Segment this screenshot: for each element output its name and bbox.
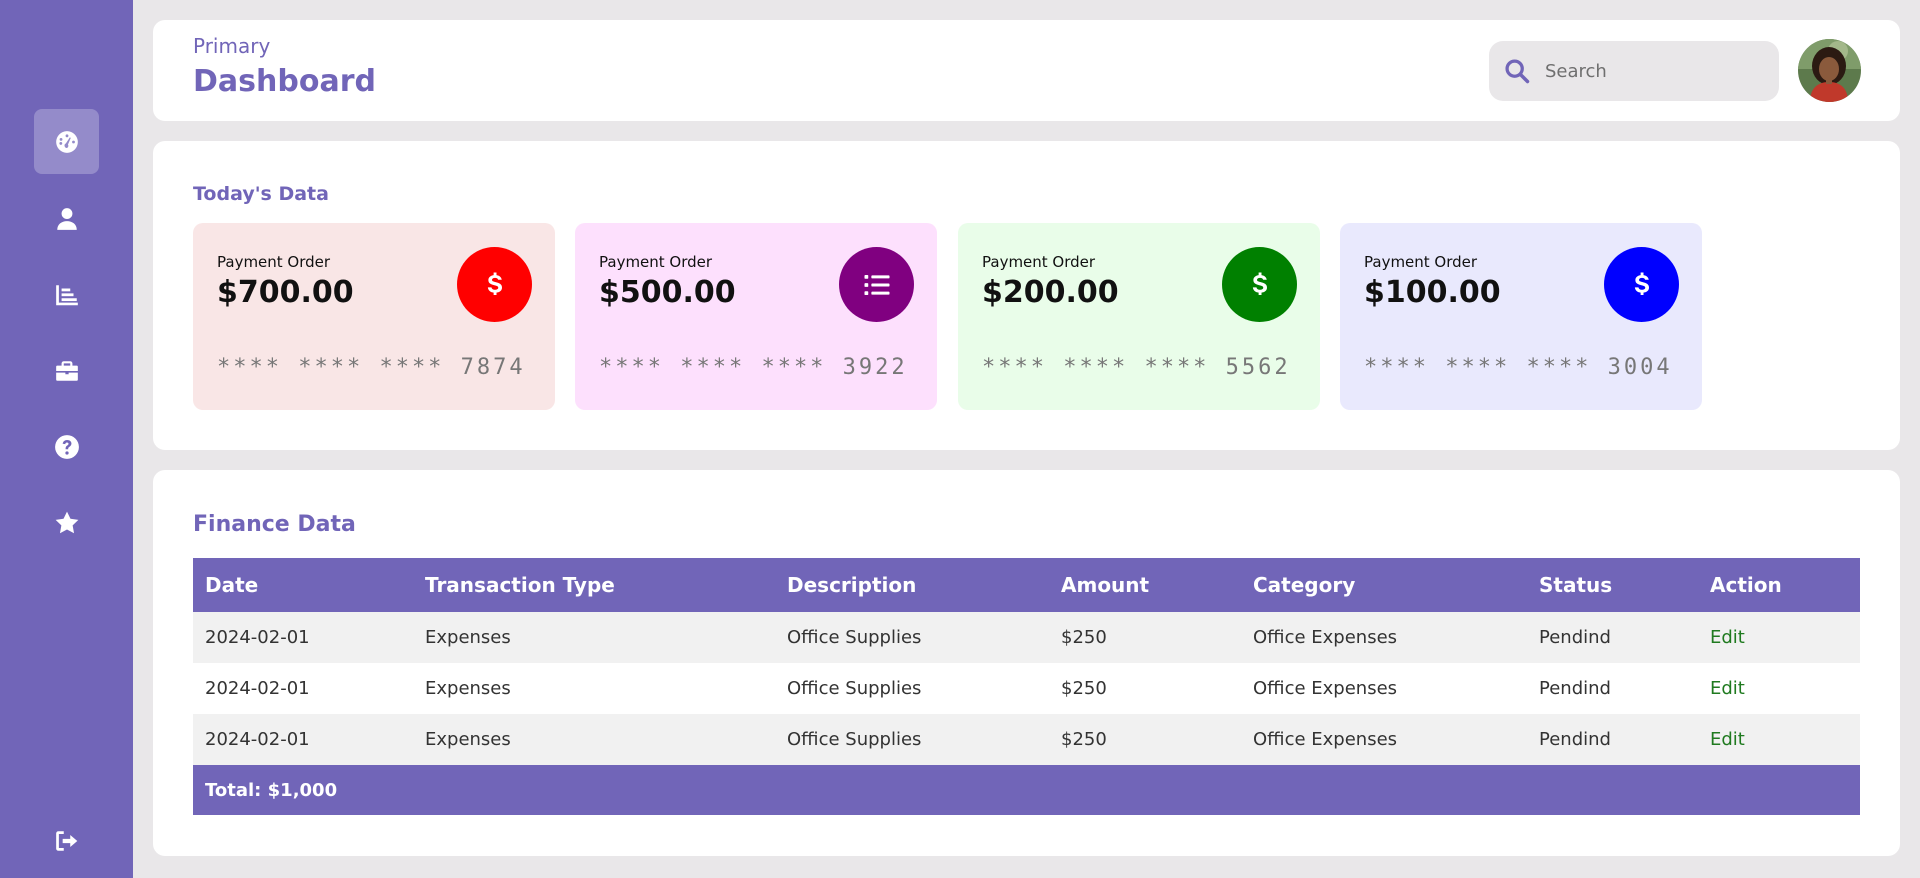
card-icon-circle [1604,247,1679,322]
sidebar [0,0,133,878]
star-icon [55,511,78,533]
table-footer-row: Total: $1,000 [193,765,1860,815]
column-header-action[interactable]: Action [1698,558,1860,612]
dashboard-icon [55,130,78,153]
payment-card[interactable]: Payment Order $200.00 **** **** **** 556… [958,223,1320,410]
search-icon [1505,59,1530,84]
column-header-transaction-type[interactable]: Transaction Type [413,558,775,612]
briefcase-icon [55,360,78,381]
column-header-status[interactable]: Status [1527,558,1698,612]
finance-table: Date Transaction Type Description Amount… [193,558,1860,815]
card-label: Payment Order [599,253,713,271]
card-amount: $200.00 [982,275,1119,310]
table-row: 2024-02-01 Expenses Office Supplies $250… [193,714,1860,765]
card-number: **** **** **** 5562 [982,355,1291,380]
column-header-date[interactable]: Date [193,558,413,612]
card-label: Payment Order [982,253,1096,271]
table-row: 2024-02-01 Expenses Office Supplies $250… [193,612,1860,663]
cell-transaction-type: Expenses [413,663,775,714]
page-title: Dashboard [193,64,376,99]
card-amount: $100.00 [1364,275,1501,310]
payment-card[interactable]: Payment Order $700.00 **** **** **** 787… [193,223,555,410]
nav-dashboard[interactable] [34,109,99,174]
logout-icon [55,830,77,851]
cell-amount: $250 [1049,714,1241,765]
card-icon-circle [1222,247,1297,322]
cell-description: Office Supplies [775,612,1049,663]
card-number: **** **** **** 3922 [599,355,908,380]
list-icon [864,274,889,295]
page-subtitle: Primary [193,34,271,58]
card-number: **** **** **** 7874 [217,355,526,380]
todays-data-title: Today's Data [193,183,329,205]
search-box[interactable] [1489,41,1779,101]
cell-category: Office Expenses [1241,663,1527,714]
cell-description: Office Supplies [775,663,1049,714]
edit-link[interactable]: Edit [1698,663,1860,714]
search-input[interactable] [1545,41,1765,101]
cell-transaction-type: Expenses [413,612,775,663]
cell-status: Pendind [1527,714,1698,765]
chart-icon [55,284,78,305]
cell-date: 2024-02-01 [193,663,413,714]
nav-user[interactable] [34,186,99,251]
help-icon [54,434,79,459]
dollar-icon [487,272,502,295]
cell-status: Pendind [1527,663,1698,714]
cell-description: Office Supplies [775,714,1049,765]
column-header-description[interactable]: Description [775,558,1049,612]
header: Primary Dashboard [153,20,1900,121]
card-label: Payment Order [1364,253,1478,271]
finance-data-panel: Finance Data Date Transaction Type Descr… [153,470,1900,856]
edit-link[interactable]: Edit [1698,714,1860,765]
dollar-icon [1252,272,1267,295]
finance-data-title: Finance Data [193,512,356,537]
cell-date: 2024-02-01 [193,714,413,765]
dollar-icon [1634,272,1649,295]
column-header-category[interactable]: Category [1241,558,1527,612]
payment-card[interactable]: Payment Order $100.00 **** **** **** 300… [1340,223,1702,410]
card-label: Payment Order [217,253,331,271]
cell-amount: $250 [1049,663,1241,714]
card-amount: $700.00 [217,275,354,310]
todays-data-panel: Today's Data Payment Order $700.00 **** … [153,141,1900,450]
logout-button[interactable] [34,808,99,873]
nav-help[interactable] [34,414,99,479]
payment-card[interactable]: Payment Order $500.00 **** **** **** 392… [575,223,937,410]
card-icon-circle [839,247,914,322]
column-header-amount[interactable]: Amount [1049,558,1241,612]
edit-link[interactable]: Edit [1698,612,1860,663]
cell-status: Pendind [1527,612,1698,663]
table-header-row: Date Transaction Type Description Amount… [193,558,1860,612]
table-total: Total: $1,000 [193,765,1860,815]
cell-amount: $250 [1049,612,1241,663]
card-amount: $500.00 [599,275,736,310]
nav-chart[interactable] [34,262,99,327]
cell-date: 2024-02-01 [193,612,413,663]
nav-briefcase[interactable] [34,338,99,403]
card-icon-circle [457,247,532,322]
cell-transaction-type: Expenses [413,714,775,765]
card-number: **** **** **** 3004 [1364,355,1673,380]
user-icon [56,207,77,230]
cell-category: Office Expenses [1241,612,1527,663]
nav-star[interactable] [34,490,99,555]
cell-category: Office Expenses [1241,714,1527,765]
table-row: 2024-02-01 Expenses Office Supplies $250… [193,663,1860,714]
avatar[interactable] [1798,39,1861,102]
